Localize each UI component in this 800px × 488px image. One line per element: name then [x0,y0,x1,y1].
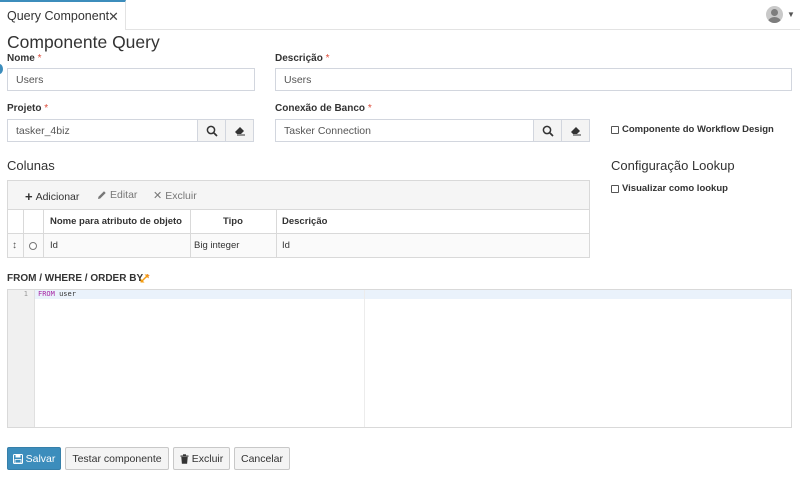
checkbox-box[interactable] [611,184,619,193]
lookup-checkbox[interactable]: Visualizar como lookup [611,183,728,194]
search-icon [542,125,554,137]
conexao-search-button[interactable] [533,119,562,142]
column-divider [23,210,24,257]
floppy-disk-icon [12,453,23,464]
header-descricao[interactable]: Descrição [282,210,327,233]
descricao-label: Descrição * [275,53,330,64]
add-button[interactable]: + Adicionar [25,189,79,204]
lookup-checkbox-label: Visualizar como lookup [622,183,728,194]
lookup-title: Configuração Lookup [611,158,735,173]
workflow-design-checkbox[interactable]: Componente do Workflow Design [611,124,774,135]
required-mark: * [367,103,372,114]
trash-icon [180,453,189,464]
sql-keyword: FROM [38,290,55,298]
cancel-button[interactable]: Cancelar [234,447,290,470]
edit-button[interactable]: Editar [97,189,137,201]
column-divider [43,210,44,257]
grid-header: Nome para atributo de objeto Tipo Descri… [8,210,589,234]
header-tipo[interactable]: Tipo [223,210,243,233]
editor-gutter: 1 [8,290,35,427]
grid-toolbar: + Adicionar Editar ✕ Excluir [8,181,589,210]
column-divider [190,210,191,257]
plus-icon: + [25,189,33,204]
sql-text: user [54,290,76,298]
projeto-search-button[interactable] [197,119,226,142]
radio-button[interactable] [29,241,37,250]
conexao-label: Conexão de Banco * [275,103,372,114]
table-row[interactable]: ↕ Id Big integer Id [8,234,589,257]
required-mark: * [44,103,49,114]
workflow-design-label: Componente do Workflow Design [622,124,774,135]
print-margin [364,290,365,427]
projeto-label: Projeto * [7,103,49,114]
nome-label: Nome * [7,53,42,64]
header-nome[interactable]: Nome para atributo de objeto [50,210,182,233]
user-avatar-icon[interactable] [766,6,783,23]
conexao-input[interactable]: Tasker Connection [275,119,534,142]
delete-column-button[interactable]: ✕ Excluir [153,189,197,203]
conexao-clear-button[interactable] [561,119,590,142]
line-number: 1 [23,290,28,298]
cell-descricao: Id [282,240,290,251]
x-icon: ✕ [153,190,163,202]
test-component-button[interactable]: Testar componente [65,447,169,470]
code-line[interactable]: FROM user [38,290,76,299]
close-icon[interactable]: ✕ [108,9,119,25]
sql-editor[interactable]: 1 FROM user [7,289,792,428]
side-indicator [0,64,3,74]
search-icon [206,125,218,137]
checkbox-box[interactable] [611,125,619,134]
drag-handle-icon[interactable]: ↕ [12,234,17,257]
nome-input[interactable]: Users [7,68,255,91]
tab-bar: Query Component ✕ ▼ [0,0,800,30]
row-radio[interactable] [29,234,37,257]
projeto-clear-button[interactable] [225,119,254,142]
tab-query-component[interactable]: Query Component ✕ [0,0,126,30]
delete-button[interactable]: Excluir [173,447,230,470]
colunas-grid: + Adicionar Editar ✕ Excluir Nome para a… [7,180,590,258]
expand-icon[interactable] [139,273,150,284]
pencil-icon [98,191,106,199]
active-line-highlight [35,290,791,299]
cell-tipo: Big integer [194,240,240,251]
column-divider [276,210,277,257]
eraser-icon [570,127,581,136]
chevron-down-icon[interactable]: ▼ [787,10,795,19]
page-title: Componente Query [7,32,160,52]
sql-label: FROM / WHERE / ORDER BY * [7,273,150,284]
required-mark: * [325,53,330,64]
colunas-title: Colunas [7,158,55,173]
required-mark: * [37,53,42,64]
cell-nome: Id [50,240,58,251]
descricao-input[interactable]: Users [275,68,792,91]
tab-label: Query Component [7,9,110,23]
save-button[interactable]: Salvar [7,447,61,470]
eraser-icon [234,127,245,136]
projeto-input[interactable]: tasker_4biz [7,119,198,142]
